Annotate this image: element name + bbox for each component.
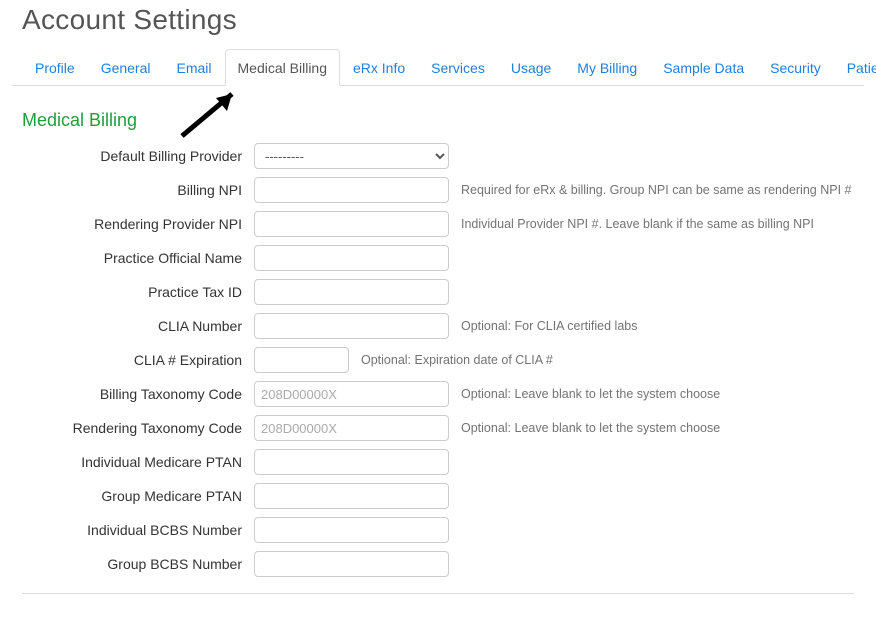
clia-expiration-label: CLIA # Expiration [22, 352, 242, 368]
group-bcbs-number-input[interactable] [254, 551, 449, 577]
tab-erx-info[interactable]: eRx Info [340, 49, 418, 86]
individual-medicare-ptan-input[interactable] [254, 449, 449, 475]
clia-number-label: CLIA Number [22, 318, 242, 334]
billing-taxonomy-code-input[interactable] [254, 381, 449, 407]
default-billing-provider-select[interactable]: --------- [254, 143, 449, 169]
group-medicare-ptan-input[interactable] [254, 483, 449, 509]
tab-general[interactable]: General [88, 49, 164, 86]
page-title: Account Settings [22, 4, 854, 36]
tab-patient-payments[interactable]: Patient Payments [834, 49, 876, 86]
tab-my-billing[interactable]: My Billing [564, 49, 650, 86]
practice-tax-id-label: Practice Tax ID [22, 284, 242, 300]
tab-profile[interactable]: Profile [22, 49, 88, 86]
tab-usage[interactable]: Usage [498, 49, 564, 86]
tab-services[interactable]: Services [418, 49, 498, 86]
clia-expiration-input[interactable] [254, 347, 349, 373]
rendering-taxonomy-code-label: Rendering Taxonomy Code [22, 420, 242, 436]
tab-email[interactable]: Email [164, 49, 225, 86]
billing-npi-help: Required for eRx & billing. Group NPI ca… [461, 183, 851, 197]
billing-npi-label: Billing NPI [22, 182, 242, 198]
rendering-provider-npi-input[interactable] [254, 211, 449, 237]
rendering-provider-npi-help: Individual Provider NPI #. Leave blank i… [461, 217, 814, 231]
tab-security[interactable]: Security [757, 49, 834, 86]
default-billing-provider-label: Default Billing Provider [22, 148, 242, 164]
divider [22, 593, 854, 594]
clia-number-help: Optional: For CLIA certified labs [461, 319, 637, 333]
rendering-taxonomy-code-help: Optional: Leave blank to let the system … [461, 421, 720, 435]
practice-official-name-input[interactable] [254, 245, 449, 271]
tabs-bar: Profile General Email Medical Billing eR… [12, 48, 864, 86]
rendering-provider-npi-label: Rendering Provider NPI [22, 216, 242, 232]
group-bcbs-number-label: Group BCBS Number [22, 556, 242, 572]
individual-bcbs-number-input[interactable] [254, 517, 449, 543]
rendering-taxonomy-code-input[interactable] [254, 415, 449, 441]
billing-taxonomy-code-help: Optional: Leave blank to let the system … [461, 387, 720, 401]
section-title: Medical Billing [22, 110, 854, 131]
billing-taxonomy-code-label: Billing Taxonomy Code [22, 386, 242, 402]
tab-sample-data[interactable]: Sample Data [650, 49, 757, 86]
practice-tax-id-input[interactable] [254, 279, 449, 305]
group-medicare-ptan-label: Group Medicare PTAN [22, 488, 242, 504]
clia-expiration-help: Optional: Expiration date of CLIA # [361, 353, 553, 367]
billing-npi-input[interactable] [254, 177, 449, 203]
individual-medicare-ptan-label: Individual Medicare PTAN [22, 454, 242, 470]
clia-number-input[interactable] [254, 313, 449, 339]
tab-medical-billing[interactable]: Medical Billing [225, 49, 340, 86]
individual-bcbs-number-label: Individual BCBS Number [22, 522, 242, 538]
practice-official-name-label: Practice Official Name [22, 250, 242, 266]
